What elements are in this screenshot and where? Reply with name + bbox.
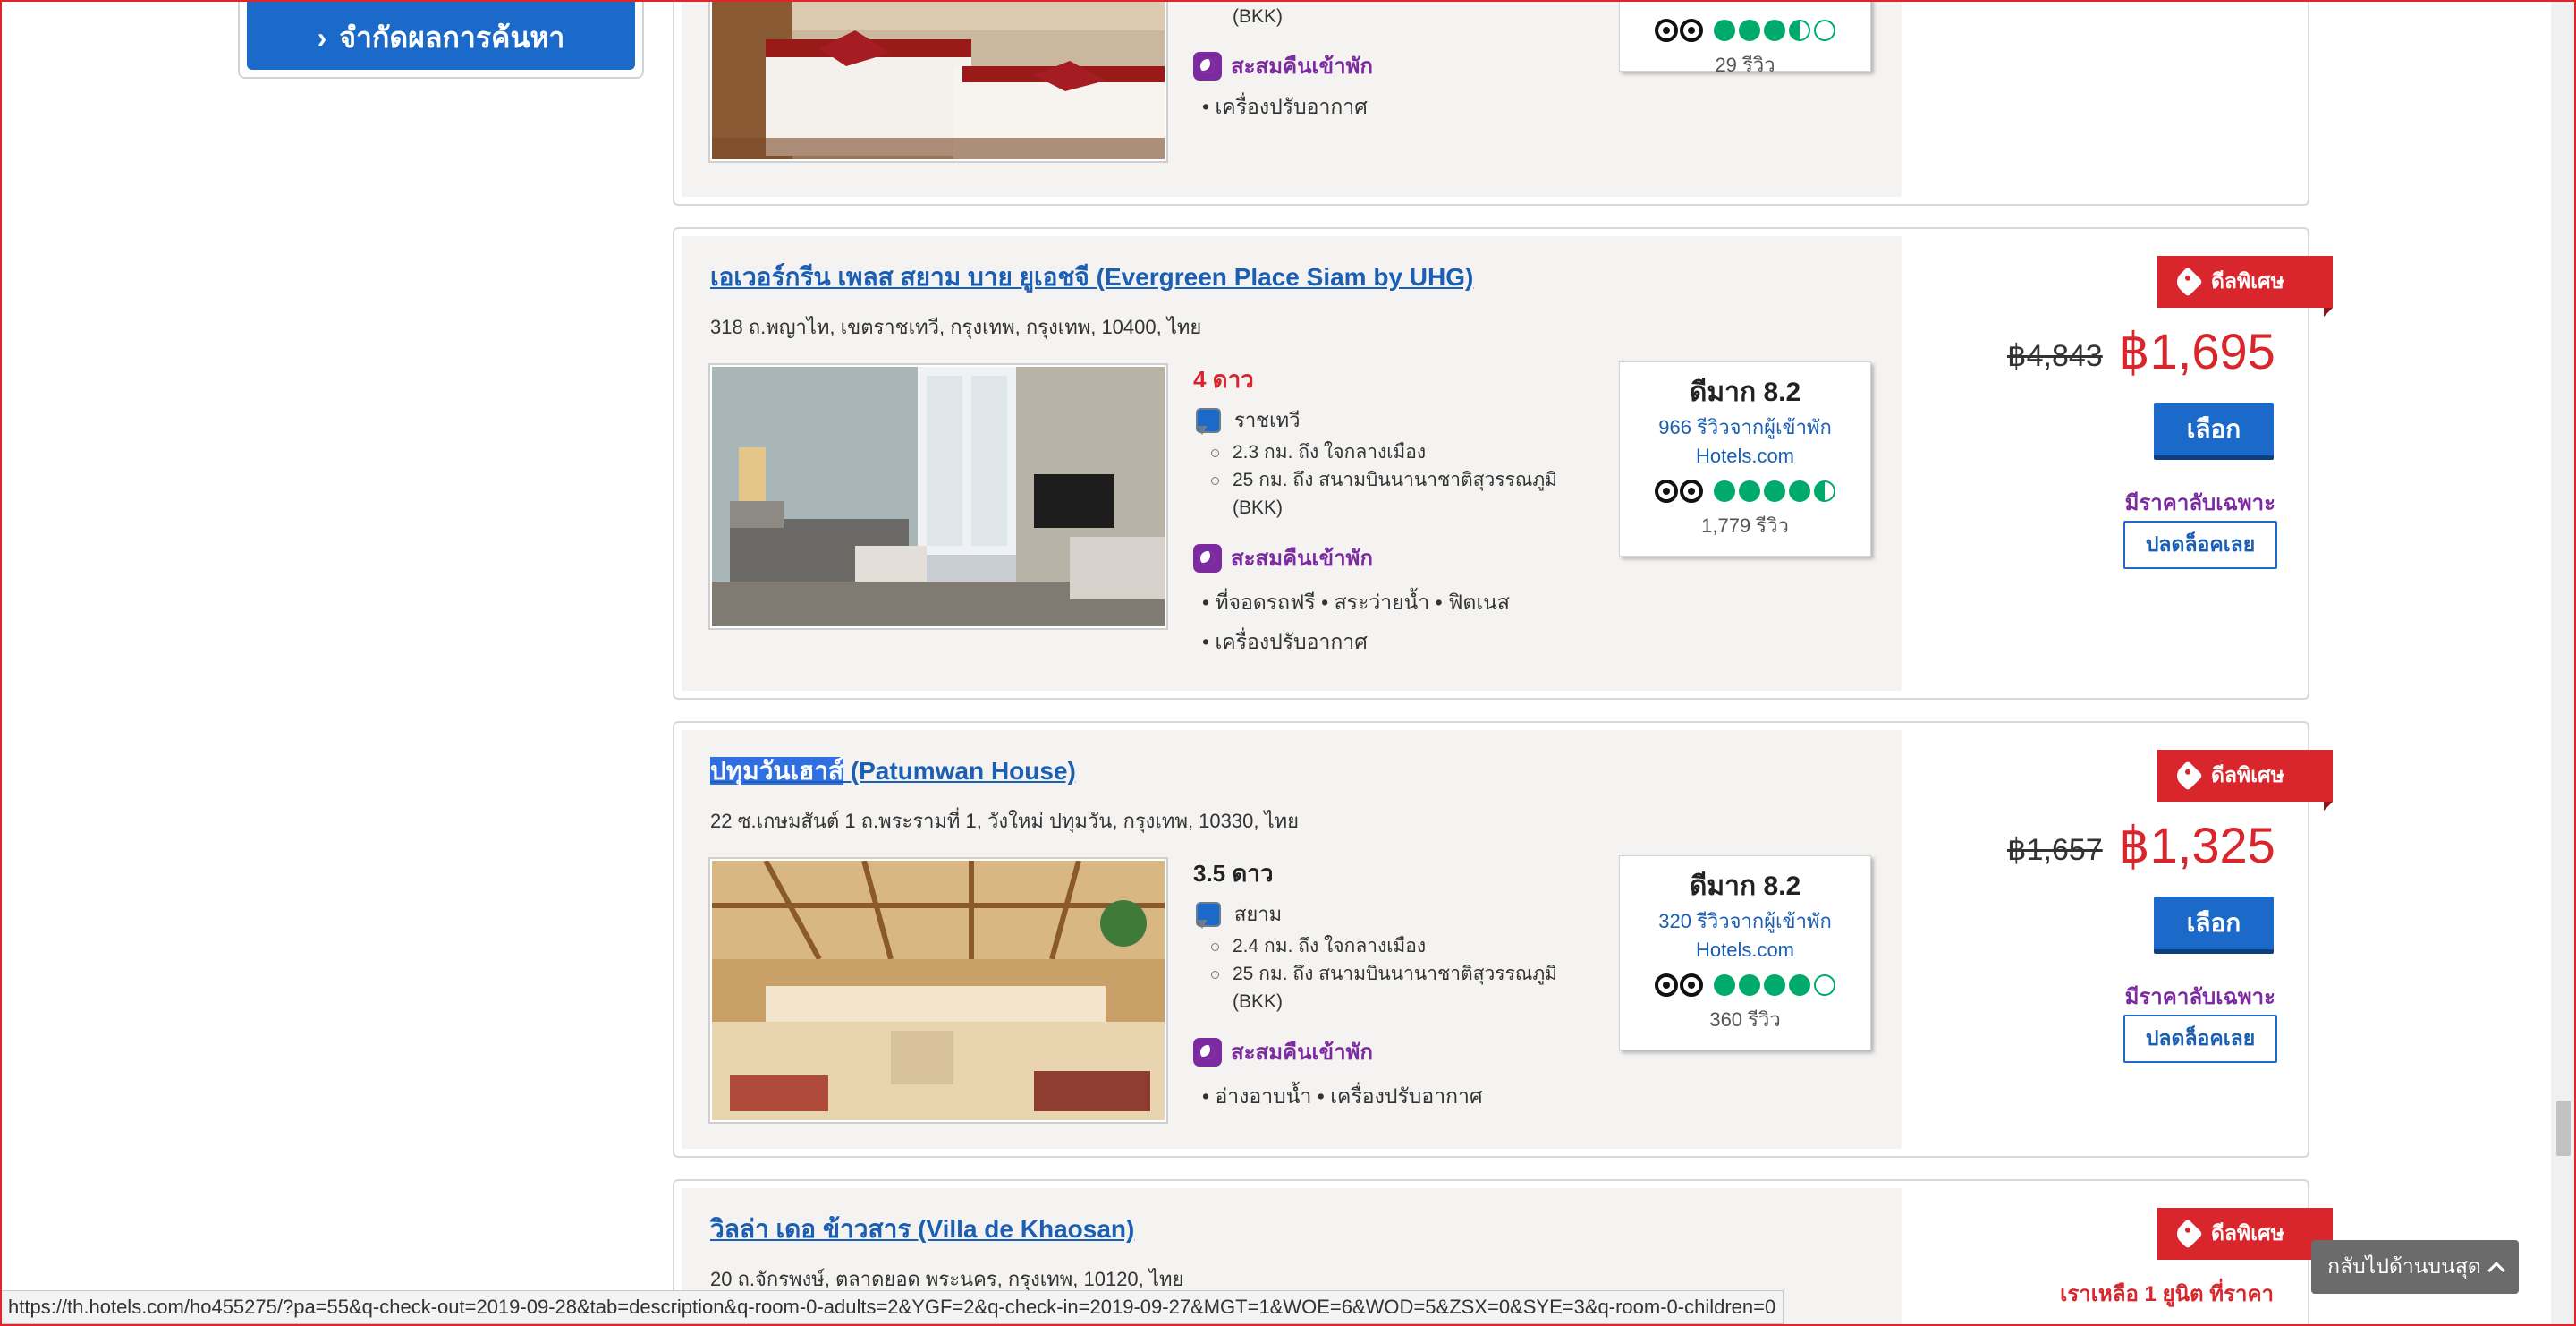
amenities-list: • เครื่องปรับอากาศ [1202,630,1368,653]
hotel-photo[interactable] [710,859,1166,1122]
distance-list: 22 กม. ถึง สนามบินนานาชาติสุวรรณภูมิ (BK… [1206,0,1563,30]
rewards-badge: สะสมคืนเข้าพัก [1193,48,1373,83]
amenities-list: • ที่จอดรถฟรี • สระว่ายน้ำ • ฟิตเนส [1202,591,1510,614]
guest-rating-score: ดีมาก 8.2 [1689,378,1801,407]
hotel-card: 22 กม. ถึง สนามบินนานาชาติสุวรรณภูมิ (BK… [673,0,2309,206]
tripadvisor-review-count: 360 รีวิว [1709,1008,1781,1031]
distance-item: 2.3 กม. ถึง ใจกลางเมือง [1206,438,1563,466]
hotel-name-link[interactable]: วิลล่า เดอ ข้าวสาร (Villa de Khaosan) [710,1210,1134,1249]
secret-price-label: มีราคาลับเฉพาะ [2124,491,2275,515]
neighborhood: สยาม [1193,898,1282,930]
tripadvisor-rating [1620,15,1870,46]
back-to-top-button[interactable]: กลับไปด้านบนสุด [2311,1240,2519,1294]
refine-search-button[interactable]: › จำกัดผลการค้นหา [247,0,635,70]
secret-price-label: มีราคาลับเฉพาะ [2124,985,2275,1009]
guest-rating-score: ดีมาก 8.2 [1689,871,1801,901]
guest-reviews-link[interactable]: 966 รีวิวจากผู้เข้าพัก [1620,413,1870,442]
rating-box: ดีมาก 8.2 966 รีวิวจากผู้เข้าพัก Hotels.… [1619,361,1871,557]
unlock-price-button[interactable]: ปลดล็อคเลย [2123,521,2277,569]
reviews-source: Hotels.com [1695,939,1795,961]
chevron-up-icon [2487,1262,2505,1279]
distance-item: 25 กม. ถึง สนามบินนานาชาติสุวรรณภูมิ (BK… [1206,466,1563,522]
hotel-card: ปทุมวันเฮาส์ (Patumwan House) 22 ซ.เกษมส… [673,721,2333,1158]
distance-item: 22 กม. ถึง สนามบินนานาชาติสุวรรณภูมิ (BK… [1206,0,1563,30]
distance-item: 25 กม. ถึง สนามบินนานาชาติสุวรรณภูมิ (BK… [1206,960,1563,1016]
rating-bubbles [1714,480,1835,502]
amenities-list: • เครื่องปรับอากาศ [1202,95,1368,118]
scrollbar-thumb[interactable] [2556,1101,2571,1156]
discounted-price: ฿1,695 [2118,323,2275,379]
hotel-name-link[interactable]: ปทุมวันเฮาส์ (Patumwan House) [710,752,1076,791]
distance-list: 2.3 กม. ถึง ใจกลางเมือง 25 กม. ถึง สนามบ… [1206,438,1563,522]
hotel-address: 318 ถ.พญาไท, เขตราชเทวี, กรุงเทพ, กรุงเท… [710,316,1202,338]
price-tag-icon [2173,267,2203,297]
distance-item: 2.4 กม. ถึง ใจกลางเมือง [1206,932,1563,960]
rewards-moon-icon [1193,51,1222,81]
unlock-price-button[interactable]: ปลดล็อคเลย [2123,1015,2277,1063]
rewards-moon-icon [1193,1037,1222,1067]
original-price: ฿4,843 [2007,339,2103,373]
original-price: ฿1,657 [2007,833,2103,867]
tripadvisor-owl-icon [1655,476,1705,506]
hotel-name-link[interactable]: เอเวอร์กรีน เพลส สยาม บาย ยูเอชจี (Everg… [710,258,1473,297]
tripadvisor-review-count: 29 รีวิว [1715,54,1775,76]
rewards-badge: สะสมคืนเข้าพัก [1193,540,1373,575]
status-url-bar: https://th.hotels.com/ho455275/?pa=55&q-… [0,1290,1784,1324]
star-rating: 3.5 ดาว [1193,860,1274,887]
deal-tag: ดีลพิเศษ [2157,750,2333,811]
hotel-address: 22 ซ.เกษมสันต์ 1 ถ.พระรามที่ 1, วังใหม่ … [710,810,1300,832]
page-scrollbar[interactable] [2551,0,2576,1326]
deal-tag: ดีลพิเศษ [2157,256,2333,317]
location-pin-icon [1193,406,1221,435]
hotel-photo[interactable] [710,365,1166,628]
tripadvisor-owl-icon [1655,15,1705,46]
tripadvisor-rating [1620,476,1870,506]
tripadvisor-review-count: 1,779 รีวิว [1701,514,1789,537]
refine-search-label: จำกัดผลการค้นหา [339,21,565,54]
rating-box: 29 รีวิว [1619,0,1871,76]
star-rating: 4 ดาว [1193,366,1254,393]
hotel-photo[interactable] [710,0,1166,161]
location-pin-icon [1193,900,1221,929]
rating-bubbles [1714,20,1835,41]
chevron-right-icon: › [317,21,327,54]
price-tag-icon [2173,1219,2203,1249]
hotel-card: เอเวอร์กรีน เพลส สยาม บาย ยูเอชจี (Everg… [673,227,2333,700]
rewards-moon-icon [1193,543,1222,573]
tripadvisor-rating [1620,970,1870,1000]
reviews-source: Hotels.com [1695,445,1795,467]
guest-reviews-link[interactable]: 320 รีวิวจากผู้เข้าพัก [1620,907,1870,936]
neighborhood: ราชเทวี [1193,404,1300,436]
tripadvisor-owl-icon [1655,970,1705,1000]
rating-box: ดีมาก 8.2 320 รีวิวจากผู้เข้าพัก Hotels.… [1619,855,1871,1050]
rooms-left-notice: เราเหลือ 1 ยูนิต ที่ราคา [2060,1282,2274,1306]
deal-tag: ดีลพิเศษ [2157,1208,2333,1269]
refine-search-panel: › จำกัดผลการค้นหา [238,0,644,79]
selected-text-highlight: ปทุมวันเฮาส์ [710,757,844,785]
price-tag-icon [2173,761,2203,791]
rewards-badge: สะสมคืนเข้าพัก [1193,1034,1373,1069]
discounted-price: ฿1,325 [2118,817,2275,873]
amenities-list: • อ่างอาบน้ำ • เครื่องปรับอากาศ [1202,1084,1483,1108]
rating-bubbles [1714,974,1835,996]
distance-list: 2.4 กม. ถึง ใจกลางเมือง 25 กม. ถึง สนามบ… [1206,932,1563,1016]
select-button[interactable]: เลือก [2154,403,2274,460]
select-button[interactable]: เลือก [2154,897,2274,954]
